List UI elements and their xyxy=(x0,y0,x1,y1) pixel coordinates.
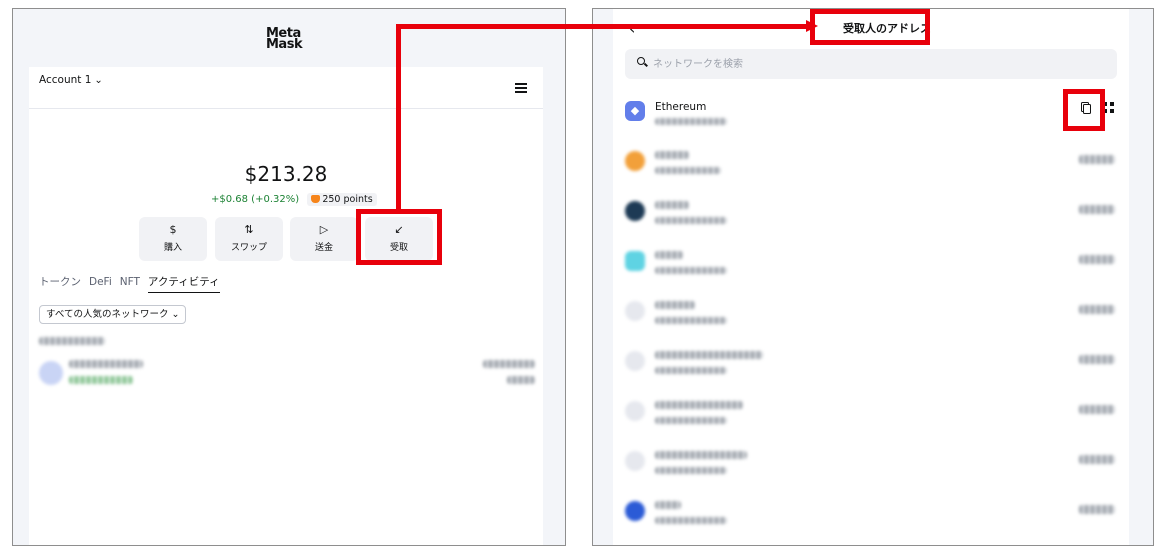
tab-activity[interactable]: アクティビティ xyxy=(147,274,220,293)
network-filter-label: すべての人気のネットワーク xyxy=(46,309,169,320)
buy-button[interactable]: $ 購入 xyxy=(139,217,207,261)
redacted-address xyxy=(655,267,727,274)
redacted-address xyxy=(655,367,727,374)
redacted-address xyxy=(655,167,721,174)
balance-change: +$0.68 (+0.32%) xyxy=(211,194,300,205)
account-header: Account 1 ⌄ xyxy=(29,67,543,109)
redacted-row-actions xyxy=(1079,505,1115,514)
network-logo-icon xyxy=(625,151,645,171)
redacted-address xyxy=(655,467,727,474)
redacted-address xyxy=(655,118,727,125)
network-row[interactable] xyxy=(613,237,1129,287)
buy-label: 購入 xyxy=(163,243,182,253)
network-search-input[interactable] xyxy=(653,55,1093,73)
account-name: Account 1 xyxy=(39,74,92,86)
network-logo-icon xyxy=(625,501,645,521)
annotation-arrow-vertical xyxy=(396,24,401,210)
redacted-network-name xyxy=(655,351,763,359)
chevron-down-icon: ⌄ xyxy=(94,75,103,86)
redacted-date xyxy=(39,337,105,345)
wallet-card: Account 1 ⌄ $213.28 +$0.68 (+0.32%) 250 p… xyxy=(29,67,543,545)
redacted-network-name xyxy=(655,501,681,509)
receive-sheet: ‹ 受取人のアドレス ◆ Ethereum xyxy=(613,9,1129,545)
send-button[interactable]: ▷ 送金 xyxy=(290,217,358,261)
network-row[interactable] xyxy=(613,287,1129,337)
network-logo-icon xyxy=(625,251,645,271)
redacted-network-name xyxy=(655,251,683,259)
send-icon: ▷ xyxy=(319,223,329,236)
search-icon xyxy=(637,57,645,65)
metamask-fox-icon xyxy=(311,195,321,203)
total-balance: $213.28 xyxy=(244,162,328,186)
tab-tokens[interactable]: トークン xyxy=(39,274,81,292)
metamask-home-panel: Meta Mask Account 1 ⌄ $213.28 +$0.68 (+0.… xyxy=(12,8,566,546)
redacted-address xyxy=(655,217,727,224)
redacted-activity-fiat xyxy=(507,376,535,384)
redacted-row-actions xyxy=(1079,455,1115,464)
redacted-address xyxy=(655,317,727,324)
network-row[interactable] xyxy=(613,487,1129,537)
network-logo-icon xyxy=(625,401,645,421)
redacted-network-name xyxy=(655,451,747,459)
redacted-address xyxy=(655,517,727,524)
redacted-row-actions xyxy=(1079,305,1115,314)
asset-tabs: トークン DeFi NFT アクティビティ xyxy=(39,274,228,293)
redacted-network-name xyxy=(655,201,689,209)
points-label: 250 points xyxy=(322,194,373,205)
redacted-activity-title xyxy=(69,360,143,368)
logo-line-2: Mask xyxy=(266,37,303,52)
dollar-icon: $ xyxy=(169,223,177,236)
tab-defi[interactable]: DeFi xyxy=(89,276,112,291)
network-name: Ethereum xyxy=(655,101,707,113)
redacted-row-actions xyxy=(1079,205,1115,214)
network-row-ethereum[interactable]: ◆ Ethereum xyxy=(613,87,1129,137)
redacted-row-actions xyxy=(1079,405,1115,414)
tab-nft[interactable]: NFT xyxy=(120,276,140,291)
network-row[interactable] xyxy=(613,437,1129,487)
chevron-down-icon: ⌄ xyxy=(171,309,180,320)
network-logo-icon xyxy=(625,301,645,321)
network-logo-icon xyxy=(625,351,645,371)
redacted-activity-icon xyxy=(39,361,63,385)
network-row[interactable] xyxy=(613,137,1129,187)
metamask-logo: Meta Mask xyxy=(266,27,303,52)
redacted-activity-status xyxy=(69,376,133,384)
redacted-network-name xyxy=(655,151,689,159)
account-selector[interactable]: Account 1 ⌄ xyxy=(39,74,103,86)
points-badge[interactable]: 250 points xyxy=(307,193,377,206)
redacted-network-name xyxy=(655,401,743,409)
network-logo-icon xyxy=(625,451,645,471)
redacted-address xyxy=(655,417,727,424)
redacted-row-actions xyxy=(1079,355,1115,364)
network-row[interactable] xyxy=(613,337,1129,387)
swap-icon: ⇅ xyxy=(244,223,254,236)
redacted-network-name xyxy=(655,301,695,309)
network-row[interactable] xyxy=(613,387,1129,437)
send-label: 送金 xyxy=(314,243,333,253)
redacted-row-actions xyxy=(1079,155,1115,164)
copy-button-highlight xyxy=(1063,89,1105,131)
swap-label: スワップ xyxy=(230,243,267,253)
network-search xyxy=(625,49,1117,79)
network-filter-dropdown[interactable]: すべての人気のネットワーク ⌄ xyxy=(39,305,187,324)
network-row[interactable] xyxy=(613,187,1129,237)
redacted-activity-amount xyxy=(483,360,535,368)
network-logo-icon xyxy=(625,201,645,221)
redacted-row-actions xyxy=(1079,255,1115,264)
ethereum-icon: ◆ xyxy=(625,101,645,121)
menu-icon[interactable] xyxy=(515,83,527,93)
title-highlight xyxy=(810,9,930,45)
receive-button-highlight xyxy=(356,209,442,265)
balance-change-row: +$0.68 (+0.32%) 250 points xyxy=(211,193,377,206)
swap-button[interactable]: ⇅ スワップ xyxy=(215,217,283,261)
annotation-arrow-horizontal xyxy=(396,24,808,29)
